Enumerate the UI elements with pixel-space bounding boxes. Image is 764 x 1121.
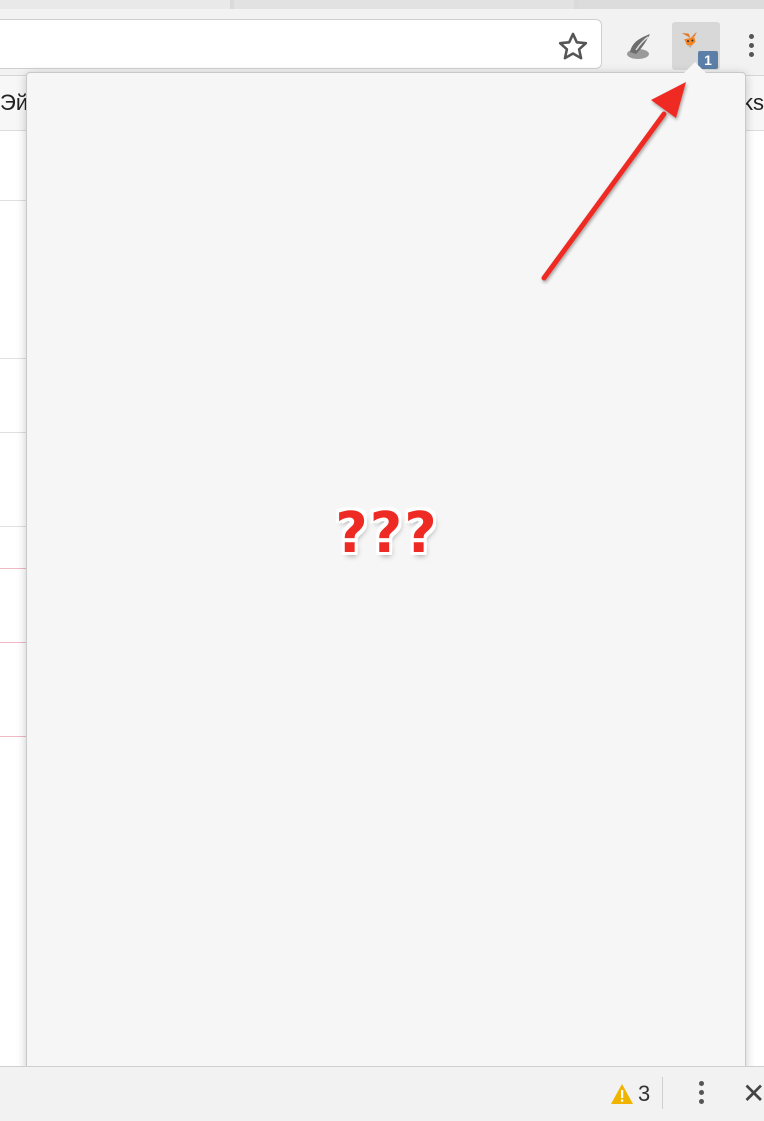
warning-count: 3	[638, 1081, 651, 1106]
page-divider	[0, 200, 28, 201]
warning-icon	[611, 1084, 633, 1104]
bookmark-item[interactable]: Эй	[0, 90, 28, 116]
close-icon[interactable]: ✕	[742, 1077, 764, 1111]
page-divider	[0, 432, 28, 433]
warning-indicator[interactable]: 3	[610, 1081, 650, 1107]
address-bar[interactable]	[0, 19, 602, 69]
extension-icon[interactable]	[622, 30, 656, 64]
status-bar: 3 ✕	[0, 1066, 764, 1121]
browser-menu-icon[interactable]	[744, 30, 758, 64]
page-divider	[0, 526, 28, 527]
page-divider	[0, 736, 28, 737]
popup-caret	[684, 62, 706, 73]
placeholder-text: ???	[335, 501, 439, 566]
page-divider	[0, 642, 28, 643]
more-options-icon[interactable]	[694, 1077, 708, 1111]
page-divider	[0, 358, 28, 359]
tab-strip	[0, 0, 764, 10]
annotation-arrow	[541, 82, 686, 281]
divider	[662, 1077, 663, 1109]
star-icon[interactable]	[556, 30, 590, 64]
page-divider	[0, 568, 28, 569]
